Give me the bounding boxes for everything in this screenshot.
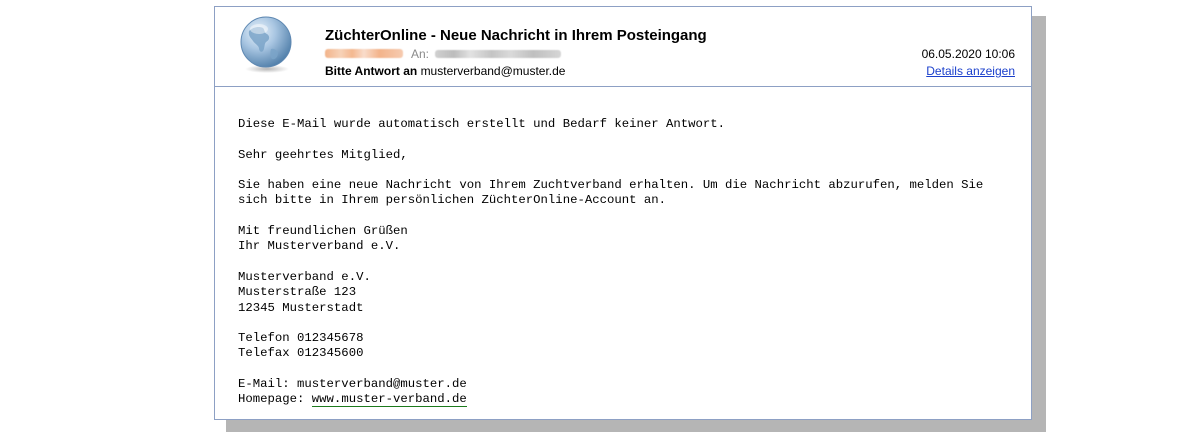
sender-recipient-row: An: xyxy=(325,46,562,61)
auto-notice-text: Diese E-Mail wurde automatisch erstellt … xyxy=(238,117,726,131)
email-subject: ZüchterOnline - Neue Nachricht in Ihrem … xyxy=(325,27,707,44)
fax: Telefax 012345600 xyxy=(238,346,364,361)
reply-to-row: Bitte Antwort an musterverband@muster.de xyxy=(325,64,565,78)
email-date: 06.05.2020 10:06 xyxy=(921,47,1015,61)
to-label: An: xyxy=(411,46,430,61)
contact-block: Telefon 012345678 Telefax 012345600 xyxy=(238,331,1018,362)
street: Musterstraße 123 xyxy=(238,285,357,300)
closing-line-1: Mit freundlichen Grüßen xyxy=(238,224,408,239)
email-message-window: ZüchterOnline - Neue Nachricht in Ihrem … xyxy=(214,6,1032,420)
address-block: Musterverband e.V. Musterstraße 123 1234… xyxy=(238,270,1018,316)
org-name: Musterverband e.V. xyxy=(238,269,371,284)
homepage-link[interactable]: www.muster-verband.de xyxy=(311,392,467,408)
email-body: Diese E-Mail wurde automatisch erstellt … xyxy=(238,117,1018,423)
reply-to-address: musterverband@muster.de xyxy=(420,64,566,78)
homepage-label: Homepage: xyxy=(238,392,312,407)
sender-redacted xyxy=(325,49,403,59)
web-block: E-Mail: musterverband@muster.de Homepage… xyxy=(238,377,1018,408)
phone: Telefon 012345678 xyxy=(238,331,364,346)
recipient-redacted xyxy=(435,49,562,58)
closing-line-2: Ihr Musterverband e.V. xyxy=(238,239,401,254)
greeting-text: Sehr geehrtes Mitglied, xyxy=(238,147,408,162)
reply-to-label: Bitte Antwort an xyxy=(325,64,418,78)
details-link[interactable]: Details anzeigen xyxy=(926,64,1015,78)
message-text: Sie haben eine neue Nachricht von Ihrem … xyxy=(238,178,991,208)
globe-icon xyxy=(240,16,292,73)
email-line: E-Mail: musterverband@muster.de xyxy=(238,377,467,392)
city: 12345 Musterstadt xyxy=(238,300,364,315)
email-header: ZüchterOnline - Neue Nachricht in Ihrem … xyxy=(215,7,1031,87)
closing-block: Mit freundlichen Grüßen Ihr Musterverban… xyxy=(238,224,1018,255)
